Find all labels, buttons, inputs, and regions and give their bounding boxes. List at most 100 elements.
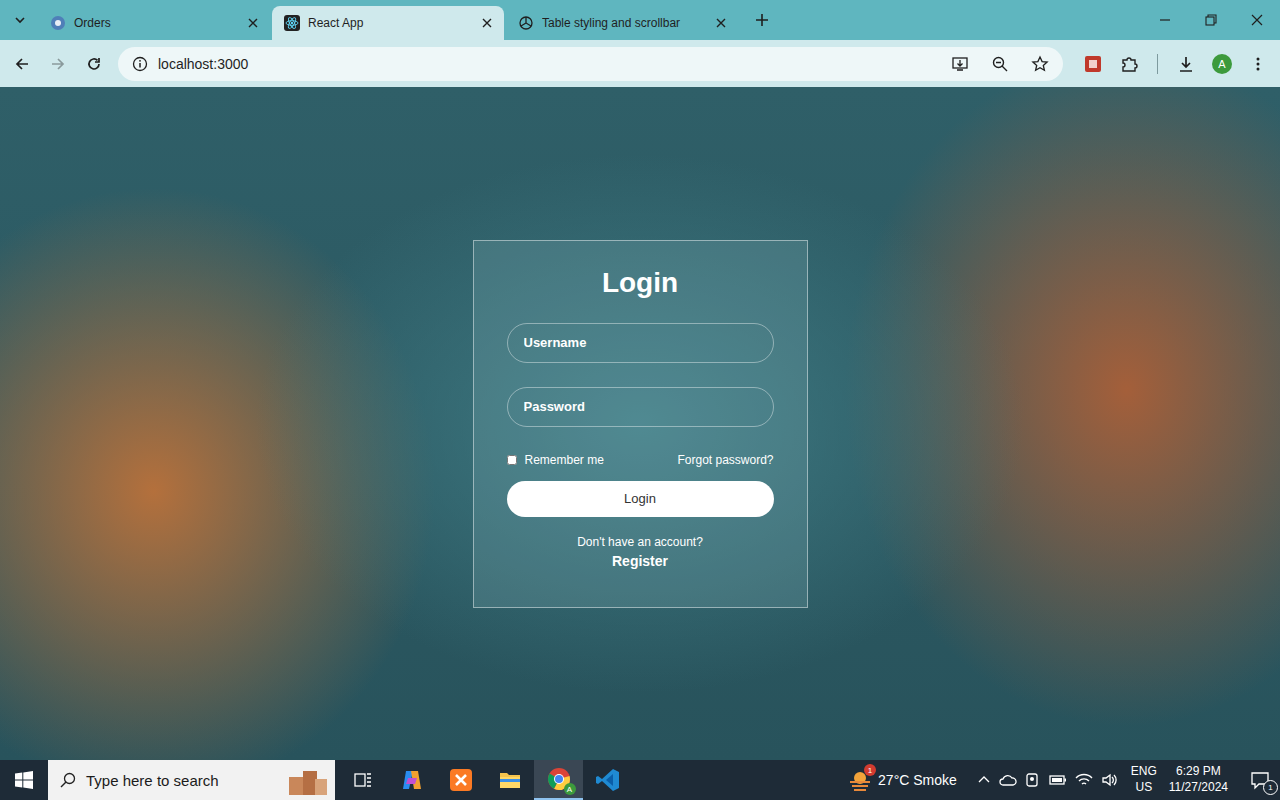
info-icon[interactable] xyxy=(132,56,148,72)
copilot-icon xyxy=(400,768,424,792)
minimize-icon xyxy=(1159,14,1171,26)
taskbar-app[interactable]: A xyxy=(534,760,583,800)
tab-label: Orders xyxy=(74,16,240,30)
forward-arrow-icon xyxy=(50,56,66,72)
battery-icon[interactable] xyxy=(1049,773,1067,787)
page-background: Login Remember me Forgot password? Login… xyxy=(0,87,1280,760)
region-code: US xyxy=(1135,780,1152,796)
url-text[interactable]: localhost:3000 xyxy=(158,56,248,72)
close-icon[interactable] xyxy=(716,18,726,28)
weather-icon-wrap: 1 xyxy=(848,769,872,791)
reload-icon xyxy=(86,56,102,72)
task-view-icon xyxy=(353,770,373,790)
remember-checkbox[interactable] xyxy=(507,455,517,465)
profile-avatar: A xyxy=(1212,54,1232,74)
taskbar-app[interactable] xyxy=(338,760,387,800)
login-title: Login xyxy=(507,267,774,299)
login-button[interactable]: Login xyxy=(507,481,774,517)
weather-badge: 1 xyxy=(864,764,876,776)
toolbar-separator xyxy=(1157,54,1158,74)
extension-logo-icon xyxy=(1084,55,1102,73)
options-row: Remember me Forgot password? xyxy=(507,453,774,467)
start-button[interactable] xyxy=(0,760,48,800)
password-input[interactable] xyxy=(507,387,774,427)
downloads-button[interactable] xyxy=(1170,48,1202,80)
weather-widget[interactable]: 1 27°C Smoke xyxy=(848,769,957,791)
close-icon[interactable] xyxy=(248,18,258,28)
extensions-button[interactable] xyxy=(1113,48,1145,80)
zoom-out-icon[interactable] xyxy=(991,55,1009,73)
new-tab-button[interactable] xyxy=(748,6,776,34)
browser-tab[interactable]: Table styling and scrollbar xyxy=(506,6,738,40)
reload-button[interactable] xyxy=(78,48,110,80)
restore-button[interactable] xyxy=(1188,0,1234,40)
taskbar-app[interactable] xyxy=(583,760,632,800)
taskbar-app[interactable] xyxy=(387,760,436,800)
chrome-app: A xyxy=(547,767,571,791)
meet-now-icon[interactable] xyxy=(1025,772,1041,788)
extension-button[interactable] xyxy=(1077,48,1109,80)
back-button[interactable] xyxy=(6,48,38,80)
back-arrow-icon xyxy=(14,56,30,72)
download-icon xyxy=(1177,55,1195,73)
folder-icon xyxy=(498,768,522,792)
close-window-button[interactable] xyxy=(1234,0,1280,40)
register-section: Don't have an account? Register xyxy=(507,535,774,569)
taskbar: Type here to search A 1 27°C Smoke ENG U… xyxy=(0,760,1280,800)
clock[interactable]: 6:29 PM 11/27/2024 xyxy=(1169,764,1228,795)
tab-strip: Orders React App Table styling and scrol… xyxy=(0,0,1280,40)
windows-logo-icon xyxy=(15,771,33,789)
install-app-icon[interactable] xyxy=(951,55,969,73)
address-bar[interactable]: localhost:3000 xyxy=(118,47,1063,81)
chatgpt-icon xyxy=(518,15,534,31)
system-tray xyxy=(977,772,1119,788)
tab-label: Table styling and scrollbar xyxy=(542,16,708,30)
clock-time: 6:29 PM xyxy=(1176,764,1221,780)
site-icon xyxy=(50,15,66,31)
browser-tab[interactable]: Orders xyxy=(38,6,270,40)
close-icon[interactable] xyxy=(482,18,492,28)
plus-icon xyxy=(755,13,769,27)
clock-date: 11/27/2024 xyxy=(1169,780,1228,796)
notification-count: 1 xyxy=(1263,780,1278,795)
profile-badge: A xyxy=(564,783,576,795)
menu-button[interactable] xyxy=(1242,48,1274,80)
taskbar-apps: A xyxy=(338,760,632,800)
taskbar-app[interactable] xyxy=(485,760,534,800)
volume-icon[interactable] xyxy=(1101,772,1119,788)
register-link[interactable]: Register xyxy=(612,553,668,569)
profile-button[interactable]: A xyxy=(1206,48,1238,80)
language-code: ENG xyxy=(1131,764,1157,780)
forgot-password-link[interactable]: Forgot password? xyxy=(677,453,773,467)
tab-label: React App xyxy=(308,16,474,30)
search-icon xyxy=(60,772,76,788)
puzzle-icon xyxy=(1120,55,1138,73)
star-icon[interactable] xyxy=(1031,55,1049,73)
onedrive-icon[interactable] xyxy=(999,772,1017,788)
remember-label: Remember me xyxy=(525,453,604,467)
restore-icon xyxy=(1205,14,1217,26)
minimize-button[interactable] xyxy=(1142,0,1188,40)
register-prompt: Don't have an account? xyxy=(577,535,703,549)
notification-center[interactable]: 1 xyxy=(1240,770,1280,790)
text-input[interactable] xyxy=(507,323,774,363)
close-icon xyxy=(1251,14,1263,26)
login-card: Login Remember me Forgot password? Login… xyxy=(473,240,808,608)
language-indicator[interactable]: ENG US xyxy=(1131,764,1157,795)
taskbar-app[interactable] xyxy=(436,760,485,800)
tab-search-button[interactable] xyxy=(6,6,34,34)
browser-tab[interactable]: React App xyxy=(272,6,504,40)
search-highlight-icon xyxy=(285,765,329,795)
chevron-up-icon[interactable] xyxy=(977,773,991,787)
taskbar-search[interactable]: Type here to search xyxy=(48,760,335,800)
search-placeholder: Type here to search xyxy=(86,772,219,789)
remember-me[interactable]: Remember me xyxy=(507,453,604,467)
vscode-icon xyxy=(596,768,620,792)
weather-reading: 27°C Smoke xyxy=(878,772,957,788)
more-vertical-icon xyxy=(1250,56,1266,72)
toolbar: localhost:3000 A xyxy=(0,40,1280,87)
xampp-icon xyxy=(449,768,473,792)
react-icon xyxy=(284,15,300,31)
forward-button[interactable] xyxy=(42,48,74,80)
wifi-icon[interactable] xyxy=(1075,772,1093,788)
